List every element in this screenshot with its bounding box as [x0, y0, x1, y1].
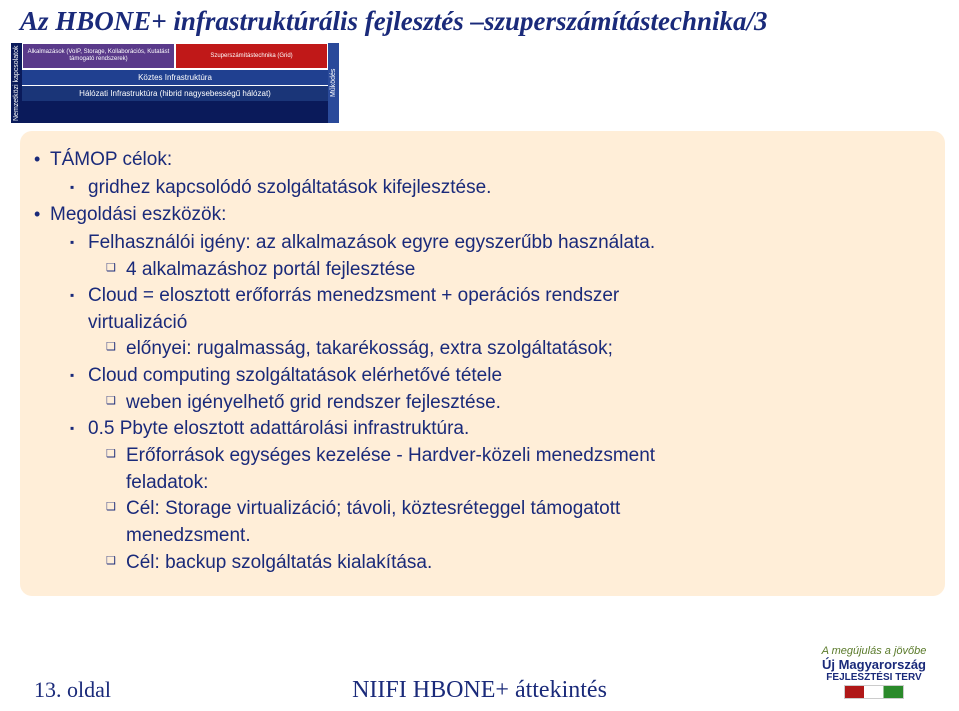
list-item: Cél: Storage virtualizáció; távoli, közt…	[48, 496, 919, 522]
list-item: Erőforrások egységes kezelése - Hardver-…	[48, 443, 919, 469]
agenda-left-label: Nemzetközi kapcsolatok	[10, 43, 22, 123]
list-item: Megoldási eszközök:	[48, 202, 919, 228]
slide-title: Az HBONE+ infrastruktúrális fejlesztés –…	[0, 0, 959, 41]
agenda-row-network: Hálózati Infrastruktúra (hibrid nagysebe…	[22, 85, 328, 101]
list-item: TÁMOP célok:	[48, 147, 919, 173]
flag-icon	[844, 685, 904, 699]
list-item: 4 alkalmazáshoz portál fejlesztése	[48, 257, 919, 283]
agenda-top-row: Alkalmazások (VoIP, Storage, Kollaboráci…	[22, 43, 328, 69]
list-item-wrap: menedzsment.	[48, 523, 919, 549]
list-item-wrap: virtualizáció	[48, 310, 919, 336]
footer-title: NIIFI HBONE+ áttekintés	[352, 677, 607, 704]
logo-line1: Új Magyarország	[822, 657, 926, 672]
agenda-row-middle: Köztes Infrastruktúra	[22, 69, 328, 85]
list-item: gridhez kapcsolódó szolgáltatások kifejl…	[48, 175, 919, 201]
content-box: TÁMOP célok: gridhez kapcsolódó szolgált…	[20, 131, 945, 596]
program-logo: A megújulás a jövőbe Új Magyarország FEJ…	[799, 643, 949, 701]
footer: 13. oldal NIIFI HBONE+ áttekintés A megú…	[0, 677, 959, 703]
agenda-cell-grid: Szuperszámítástechnika (Grid)	[175, 43, 328, 69]
list-item: weben igényelhető grid rendszer fejleszt…	[48, 390, 919, 416]
list-item: Cloud computing szolgáltatások elérhetőv…	[48, 363, 919, 389]
agenda-strip: Nemzetközi kapcsolatok Alkalmazások (VoI…	[10, 43, 340, 123]
list-item: előnyei: rugalmasság, takarékosság, extr…	[48, 336, 919, 362]
list-item-wrap: feladatok:	[48, 470, 919, 496]
logo-tagline: A megújulás a jövőbe	[822, 645, 927, 657]
logo-line2: FEJLESZTÉSI TERV	[826, 672, 921, 683]
list-item: Felhasználói igény: az alkalmazások egyr…	[48, 230, 919, 256]
agenda-main: Alkalmazások (VoIP, Storage, Kollaboráci…	[22, 43, 328, 123]
list-item: Cloud = elosztott erőforrás menedzsment …	[48, 283, 919, 309]
page-number: 13. oldal	[0, 677, 111, 703]
agenda-right-label: Működés	[328, 43, 340, 123]
list-item: 0.5 Pbyte elosztott adattárolási infrast…	[48, 416, 919, 442]
agenda-cell-applications: Alkalmazások (VoIP, Storage, Kollaboráci…	[22, 43, 175, 69]
list-item: Cél: backup szolgáltatás kialakítása.	[48, 550, 919, 576]
